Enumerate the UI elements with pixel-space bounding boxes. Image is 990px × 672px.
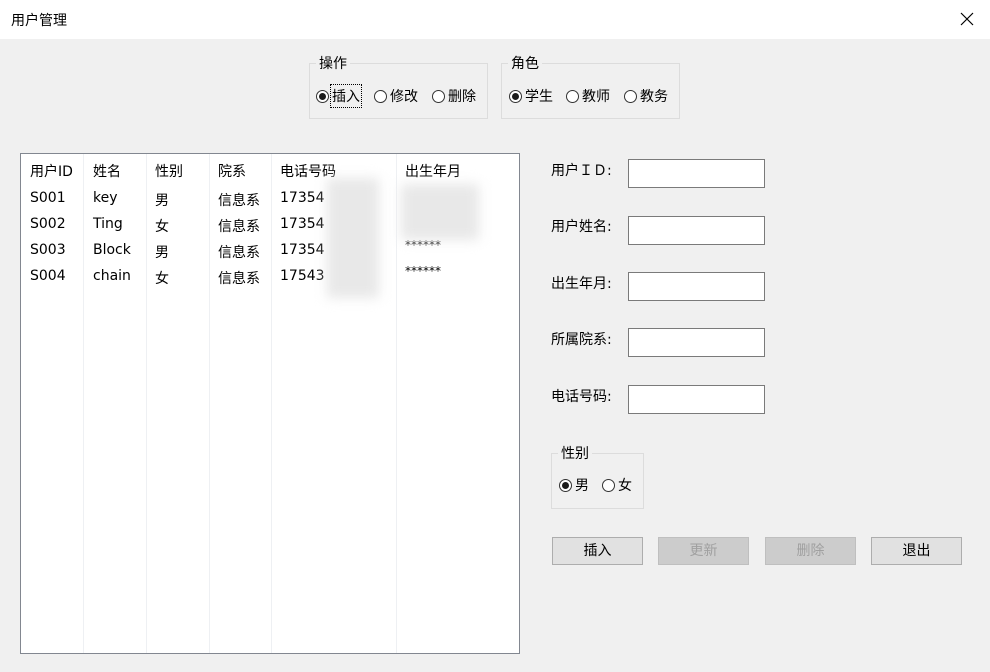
table-cell[interactable]: 17354 — [280, 190, 325, 206]
radio-label: 修改 — [390, 89, 418, 105]
radio-gender-male[interactable]: 男 — [559, 475, 589, 495]
radio-role-student[interactable]: 学生 — [509, 86, 553, 106]
radio-label: 插入 — [330, 84, 362, 108]
column-divider — [209, 154, 210, 653]
radio-indicator — [432, 89, 445, 103]
table-cell[interactable]: 男 — [155, 242, 169, 262]
column-divider — [83, 154, 84, 653]
user-name-input[interactable] — [628, 216, 765, 245]
radio-label: 教务 — [640, 89, 668, 105]
radio-label: 学生 — [525, 89, 553, 105]
column-divider — [396, 154, 397, 653]
radio-label: 女 — [618, 478, 632, 494]
column-header-dept[interactable]: 院系 — [218, 161, 246, 181]
table-cell[interactable]: S004 — [30, 268, 66, 284]
table-cell[interactable]: 17354 — [280, 242, 325, 258]
column-divider — [146, 154, 147, 653]
radio-op-insert[interactable]: 插入 — [316, 84, 362, 108]
radio-op-delete[interactable]: 删除 — [432, 86, 476, 106]
insert-button[interactable]: 插入 — [552, 537, 643, 565]
radio-gender-female[interactable]: 女 — [602, 475, 632, 495]
birth-label: 出生年月: — [551, 276, 612, 292]
radio-label: 男 — [575, 478, 589, 494]
table-cell[interactable]: chain — [93, 268, 131, 284]
blur-overlay — [327, 178, 379, 298]
radio-indicator — [559, 478, 572, 492]
exit-button[interactable]: 退出 — [871, 537, 962, 565]
blur-overlay — [401, 184, 479, 240]
table-cell[interactable]: 女 — [155, 268, 169, 288]
table-cell[interactable]: 信息系 — [218, 268, 260, 288]
radio-role-teacher[interactable]: 教师 — [566, 86, 610, 106]
table-cell[interactable]: 女 — [155, 216, 169, 236]
operation-group-legend: 操作 — [319, 56, 347, 72]
table-cell[interactable]: ****** — [405, 264, 441, 278]
radio-indicator — [316, 89, 329, 103]
radio-role-admin[interactable]: 教务 — [624, 86, 668, 106]
table-cell[interactable]: 信息系 — [218, 216, 260, 236]
table-cell[interactable]: ****** — [405, 238, 441, 252]
radio-indicator — [374, 89, 387, 103]
radio-indicator — [509, 89, 522, 103]
column-header-user-id[interactable]: 用户ID — [30, 161, 73, 181]
dept-label: 所属院系: — [551, 332, 612, 348]
update-button[interactable]: 更新 — [658, 537, 749, 565]
user-name-label: 用户姓名: — [551, 219, 612, 235]
dept-input[interactable] — [628, 328, 765, 357]
table-cell[interactable]: S001 — [30, 190, 66, 206]
radio-indicator — [602, 478, 615, 492]
user-id-input[interactable] — [628, 159, 765, 188]
phone-input[interactable] — [628, 385, 765, 414]
column-divider — [271, 154, 272, 653]
table-cell[interactable]: key — [93, 190, 118, 206]
user-id-label: 用户ＩＤ: — [551, 163, 612, 179]
table-cell[interactable]: 男 — [155, 190, 169, 210]
radio-indicator — [624, 89, 637, 103]
phone-label: 电话号码: — [551, 389, 612, 405]
title-bar: 用户管理 — [0, 0, 990, 39]
gender-group-legend: 性别 — [561, 446, 589, 462]
table-cell[interactable]: 信息系 — [218, 242, 260, 262]
radio-label: 教师 — [582, 89, 610, 105]
column-header-name[interactable]: 姓名 — [93, 161, 121, 181]
table-cell[interactable]: S002 — [30, 216, 66, 232]
column-header-birth[interactable]: 出生年月 — [405, 161, 461, 181]
close-button[interactable] — [952, 5, 982, 33]
table-cell[interactable]: 信息系 — [218, 190, 260, 210]
delete-button[interactable]: 删除 — [765, 537, 856, 565]
birth-input[interactable] — [628, 272, 765, 301]
radio-op-modify[interactable]: 修改 — [374, 86, 418, 106]
radio-indicator — [566, 89, 579, 103]
table-cell[interactable]: 17543 — [280, 268, 325, 284]
user-list-table[interactable]: 用户ID 姓名 性别 院系 电话号码 出生年月 S001 key 男 信息系 1… — [20, 153, 520, 654]
window-title: 用户管理 — [11, 13, 67, 29]
table-cell[interactable]: S003 — [30, 242, 66, 258]
role-group-legend: 角色 — [511, 56, 539, 72]
table-cell[interactable]: 17354 — [280, 216, 325, 232]
column-header-gender[interactable]: 性别 — [155, 161, 183, 181]
radio-label: 删除 — [448, 89, 476, 105]
table-cell[interactable]: Block — [93, 242, 131, 258]
user-management-window: 用户管理 操作 插入 修改 删除 角色 学生 教师 教务 用户ID 姓名 性别 … — [0, 0, 990, 672]
close-icon — [960, 12, 974, 26]
table-cell[interactable]: Ting — [93, 216, 123, 232]
